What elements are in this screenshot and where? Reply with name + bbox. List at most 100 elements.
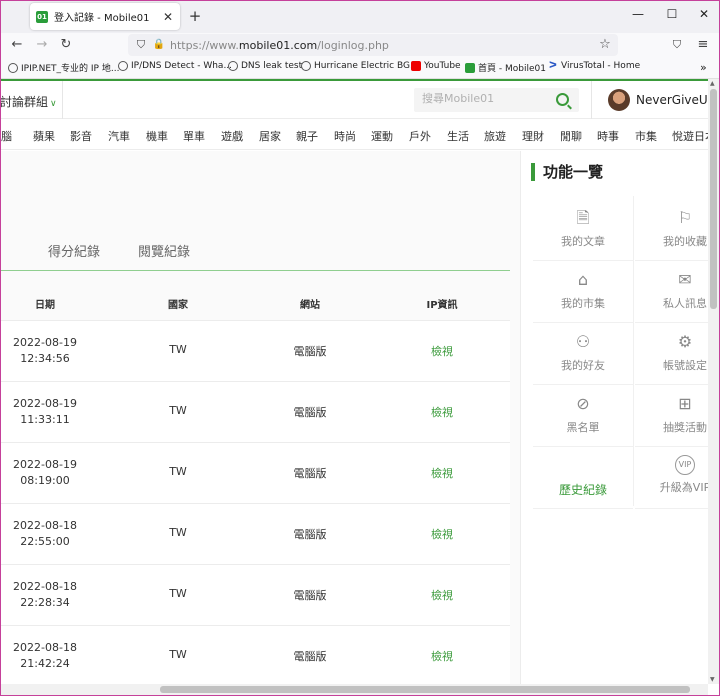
bookmark-item[interactable]: IP/DNS Detect - Wha...	[118, 61, 232, 71]
table-header: 日期 國家 網站 IP資訊	[0, 285, 510, 321]
search-icon[interactable]	[556, 93, 569, 106]
scroll-thumb[interactable]	[710, 89, 717, 309]
column-header-site: 網站	[300, 300, 320, 311]
mobile01-icon	[465, 62, 475, 73]
reload-icon[interactable]: ↻	[57, 36, 75, 54]
category-item[interactable]: 時事	[597, 128, 619, 144]
view-ip-link[interactable]: 檢視	[412, 648, 472, 664]
bookmark-item[interactable]: 首頁 - Mobile01	[465, 61, 546, 74]
category-nav: 電腦 蘋果 影音 汽車 機車 單車 遊戲 居家 親子 時尚 運動 戶外 生活 旅…	[0, 120, 716, 150]
view-ip-link[interactable]: 檢視	[412, 587, 472, 603]
column-header-ip: IP資訊	[426, 300, 458, 311]
block-icon: ⊘	[576, 394, 590, 413]
vertical-scrollbar[interactable]: ▲ ▼	[708, 79, 719, 684]
forum-group-menu[interactable]: 討論群組 ∨	[0, 93, 57, 110]
pocket-icon[interactable]: ⛉	[668, 36, 686, 54]
bookmark-item[interactable]: DNS leak test	[228, 61, 302, 71]
category-item[interactable]: 遊戲	[221, 128, 243, 144]
category-item[interactable]: 單車	[183, 128, 205, 144]
view-ip-link[interactable]: 檢視	[412, 404, 472, 420]
log-tabs: 錄 得分紀錄 閱覽紀錄	[0, 235, 510, 271]
category-item[interactable]: 運動	[371, 128, 393, 144]
virustotal-icon: ᐳ	[549, 61, 557, 71]
url-text[interactable]: https://www.mobile01.com/loginlog.php	[170, 39, 389, 52]
store-icon: ⌂	[577, 270, 589, 289]
browser-tab-bar: 01 登入記錄 - Mobile01 ✕ + — ☐ ✕	[0, 0, 720, 33]
view-ip-link[interactable]: 檢視	[412, 465, 472, 481]
bookmark-item[interactable]: ᐳ VirusTotal - Home	[548, 61, 640, 71]
view-ip-link[interactable]: 檢視	[412, 526, 472, 542]
avatar[interactable]	[608, 89, 630, 111]
category-item[interactable]: 居家	[259, 128, 281, 144]
shield-icon[interactable]: ⛉	[132, 36, 150, 54]
country-cell: TW	[169, 404, 187, 417]
category-item[interactable]: 生活	[447, 128, 469, 144]
search-input[interactable]	[422, 92, 542, 105]
country-cell: TW	[169, 343, 187, 356]
scroll-down-icon[interactable]: ▼	[710, 676, 715, 683]
site-cell: 電腦版	[293, 345, 327, 358]
gift-icon: ⊞	[678, 394, 692, 413]
menu-icon[interactable]: ≡	[694, 36, 712, 54]
tab-close-icon[interactable]: ✕	[160, 10, 176, 24]
scroll-thumb[interactable]	[160, 686, 690, 693]
tab-score-log[interactable]: 得分紀錄	[48, 241, 100, 260]
forward-arrow-icon[interactable]: →	[33, 36, 51, 54]
lock-icon[interactable]: 🔒	[150, 36, 168, 54]
date-cell: 2022-08-19 11:33:11	[13, 397, 77, 426]
friends-icon: ⚇	[575, 332, 591, 351]
tab-login-log[interactable]: 錄	[0, 241, 1, 260]
horizontal-scrollbar[interactable]	[0, 684, 708, 695]
star-icon[interactable]: ☆	[596, 36, 614, 54]
category-item[interactable]: 戶外	[409, 128, 431, 144]
date-cell: 2022-08-18 21:42:24	[13, 641, 77, 670]
globe-icon	[301, 61, 311, 71]
site-cell: 電腦版	[293, 467, 327, 480]
table-row: 2022-08-18 21:42:24 TW 電腦版 檢視	[0, 626, 510, 687]
date-cell: 2022-08-18 22:28:34	[13, 580, 77, 609]
date-cell: 2022-08-18 22:55:00	[13, 519, 77, 548]
back-arrow-icon[interactable]: ←	[8, 36, 26, 54]
category-item[interactable]: 機車	[146, 128, 168, 144]
country-cell: TW	[169, 648, 187, 661]
category-item[interactable]: 汽車	[108, 128, 130, 144]
address-bar[interactable]: ⛉ 🔒 https://www.mobile01.com/loginlog.ph…	[128, 34, 618, 56]
main-content: 錄 得分紀錄 閱覽紀錄 日期 國家 網站 IP資訊 2022-08-1912:3…	[0, 151, 520, 687]
bookmark-item[interactable]: Hurricane Electric BG...	[301, 61, 419, 71]
view-ip-link[interactable]: 檢視	[412, 343, 472, 359]
minimize-icon[interactable]: —	[628, 7, 648, 21]
category-item[interactable]: 親子	[296, 128, 318, 144]
bookmarks-overflow-icon[interactable]: »	[700, 61, 707, 74]
maximize-icon[interactable]: ☐	[662, 7, 682, 21]
blacklist-button[interactable]: ⊘ 黑名單	[533, 387, 633, 447]
category-item[interactable]: 旅遊	[484, 128, 506, 144]
my-articles-button[interactable]: 🗎 我的文章	[533, 201, 633, 261]
category-item[interactable]: 蘋果	[33, 128, 55, 144]
category-item[interactable]: 理財	[522, 128, 544, 144]
chevron-down-icon: ∨	[50, 99, 57, 109]
scroll-up-icon[interactable]: ▲	[710, 80, 715, 87]
my-friends-button[interactable]: ⚇ 我的好友	[533, 325, 633, 385]
table-row: 2022-08-19 12:34:56 TW 電腦版 檢視	[0, 321, 510, 382]
country-cell: TW	[169, 526, 187, 539]
tab-view-log[interactable]: 閱覽紀錄	[138, 241, 190, 260]
category-item[interactable]: 市集	[635, 128, 657, 144]
site-header: 討論群組∨ NeverGiveUp!!	[0, 79, 720, 119]
document-icon: 🗎	[576, 208, 590, 227]
globe-icon	[8, 62, 18, 73]
site-cell: 電腦版	[293, 528, 327, 541]
category-item[interactable]: 閒聊	[560, 128, 582, 144]
category-item[interactable]: 影音	[70, 128, 92, 144]
category-item[interactable]: 時尚	[334, 128, 356, 144]
history-button[interactable]: 歷史紀錄	[533, 449, 633, 509]
column-header-date: 日期	[35, 300, 55, 311]
bookmark-item[interactable]: IPIP.NET_专业的 IP 地...	[8, 61, 119, 74]
window-close-icon[interactable]: ✕	[694, 7, 714, 21]
category-item[interactable]: 電腦	[0, 128, 12, 144]
bookmark-item[interactable]: YouTube	[411, 61, 461, 71]
date-cell: 2022-08-19 08:19:00	[13, 458, 77, 487]
browser-tab[interactable]: 01 登入記錄 - Mobile01 ✕	[30, 3, 180, 30]
gear-icon: ⚙	[677, 332, 693, 351]
my-market-button[interactable]: ⌂ 我的市集	[533, 263, 633, 323]
new-tab-icon[interactable]: +	[186, 7, 204, 25]
